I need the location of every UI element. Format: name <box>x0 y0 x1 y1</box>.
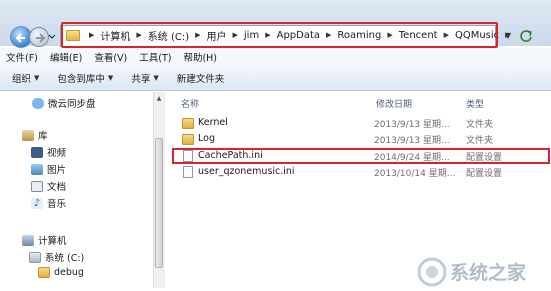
sidebar-item-documents[interactable]: 文档 <box>31 179 66 193</box>
chevron-down-icon: ▼ <box>153 74 159 82</box>
file-modified: 2013/10/14 星期... <box>374 169 456 179</box>
file-row-kernel[interactable]: Kernel 2013/9/13 星期... 文件夹 <box>172 116 548 131</box>
sidebar-item-label: debug <box>54 267 84 278</box>
menu-view[interactable]: 查看(V) <box>88 50 133 64</box>
sidebar-item-label: 微云同步盘 <box>48 99 96 110</box>
include-in-library-button[interactable]: 包含到库中 ▼ <box>57 71 113 85</box>
document-icon <box>31 180 43 192</box>
chevron-down-icon: ▼ <box>34 74 40 82</box>
history-dropdown-button[interactable] <box>48 31 56 41</box>
share-button[interactable]: 共享 ▼ <box>131 71 158 85</box>
library-icon <box>22 129 34 141</box>
share-label: 共享 <box>131 74 151 85</box>
address-highlight-box <box>61 22 498 48</box>
sidebar-item-weiyun[interactable]: 微云同步盘 <box>32 96 96 110</box>
file-name: Log <box>198 133 215 144</box>
chevron-down-icon <box>48 34 56 39</box>
watermark-text: 系统之家 <box>450 261 527 284</box>
video-icon <box>31 146 43 158</box>
column-header-type[interactable]: 类型 <box>466 97 484 110</box>
new-folder-button[interactable]: 新建文件夹 <box>177 71 225 85</box>
chevron-down-icon: ▼ <box>107 74 114 82</box>
menu-edit[interactable]: 编辑(E) <box>44 50 88 64</box>
column-header-modified[interactable]: 修改日期 <box>376 97 412 110</box>
refresh-button[interactable] <box>518 28 534 44</box>
sidebar-item-library[interactable]: 库 <box>22 128 48 142</box>
file-modified: 2013/9/13 星期... <box>374 120 450 130</box>
sidebar-item-label: 系统 (C:) <box>45 253 85 264</box>
sidebar-item-label: 计算机 <box>38 236 67 247</box>
forward-arrow-icon <box>36 33 46 43</box>
forward-button[interactable] <box>29 27 49 47</box>
scrollbar-thumb[interactable] <box>155 138 163 268</box>
ini-file-icon <box>183 166 193 178</box>
file-name: Kernel <box>198 117 228 128</box>
file-type: 文件夹 <box>466 120 494 130</box>
cloud-icon <box>32 97 44 109</box>
file-row-log[interactable]: Log 2013/9/13 星期... 文件夹 <box>172 132 548 147</box>
chevron-down-icon: ▼ <box>504 31 512 40</box>
file-row-user-qzonemusic[interactable]: user_qzonemusic.ini 2013/10/14 星期... 配置设… <box>172 165 548 180</box>
column-header-name[interactable]: 名称 <box>181 97 199 110</box>
sidebar-item-pictures[interactable]: 图片 <box>31 162 66 176</box>
watermark-emblem-icon: 系统之家 <box>417 257 527 287</box>
sidebar-item-label: 音乐 <box>47 199 67 210</box>
file-modified: 2013/9/13 星期... <box>374 136 450 146</box>
file-type: 配置设置 <box>466 169 503 179</box>
sidebar-item-label: 库 <box>38 131 48 142</box>
include-library-label: 包含到库中 <box>57 74 105 85</box>
address-dropdown-button[interactable]: ▼ <box>502 28 514 44</box>
menu-help[interactable]: 帮助(H) <box>177 50 223 64</box>
menu-file[interactable]: 文件(F) <box>0 50 44 64</box>
scroll-up-arrow-icon[interactable]: ▲ <box>155 95 163 103</box>
file-highlight-box <box>172 148 550 164</box>
sidebar-item-videos[interactable]: 视频 <box>31 145 66 159</box>
file-type: 文件夹 <box>466 136 494 146</box>
command-bar: 组织 ▼ 包含到库中 ▼ 共享 ▼ 新建文件夹 <box>0 66 551 91</box>
folder-icon <box>182 134 194 145</box>
drive-icon <box>29 251 41 263</box>
refresh-icon <box>520 30 532 42</box>
menu-tools[interactable]: 工具(T) <box>133 50 177 64</box>
sidebar-item-debug[interactable]: debug <box>38 267 84 278</box>
folder-icon <box>38 267 50 278</box>
file-name: user_qzonemusic.ini <box>198 166 295 177</box>
folder-icon <box>182 118 194 129</box>
sidebar-item-computer[interactable]: 计算机 <box>22 233 67 247</box>
sidebar-item-label: 文档 <box>47 182 67 193</box>
sidebar-item-music[interactable]: ♪ 音乐 <box>31 196 66 210</box>
sidebar-item-label: 视频 <box>47 148 67 159</box>
organize-button[interactable]: 组织 ▼ <box>12 71 39 85</box>
menu-bar: 文件(F) 编辑(E) 查看(V) 工具(T) 帮助(H) <box>0 48 551 66</box>
sidebar-item-system-c[interactable]: 系统 (C:) <box>29 250 84 264</box>
picture-icon <box>31 163 43 175</box>
computer-icon <box>22 234 34 246</box>
sidebar-item-label: 图片 <box>47 165 67 176</box>
music-note-icon: ♪ <box>31 197 43 209</box>
watermark-logo: 系统之家 <box>414 248 551 288</box>
organize-label: 组织 <box>12 74 32 85</box>
